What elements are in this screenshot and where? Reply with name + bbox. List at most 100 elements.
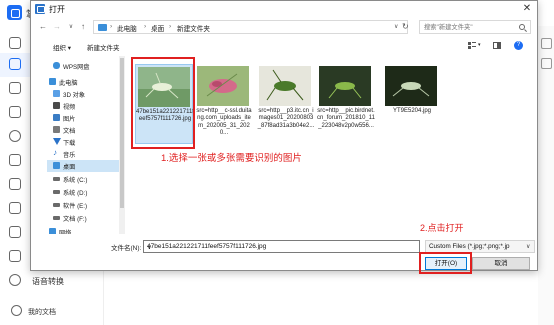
nav-item-drive-f[interactable]: 文档 (F:) — [47, 212, 119, 224]
expand-icon[interactable] — [541, 38, 552, 49]
organize-button[interactable]: 组织 ▾ — [53, 42, 71, 52]
nav-item-label: 文档 (F:) — [63, 216, 87, 223]
nav-item-label: 此电脑 — [59, 80, 78, 87]
nav-item-label: 桌面 — [63, 164, 76, 171]
drive-icon — [53, 203, 60, 207]
nav-item-documents[interactable]: 文档 — [47, 124, 119, 136]
nav-item-pictures[interactable]: 图片 — [47, 112, 119, 124]
network-icon — [49, 228, 56, 234]
nav-item-label: 图片 — [63, 116, 76, 123]
filename-input[interactable]: 47be151a221221711feef5757f111726.jpg ∨ — [143, 240, 420, 253]
file-item[interactable]: YT9E5204.jpg — [383, 64, 441, 144]
search-input[interactable] — [424, 22, 516, 32]
address-dropdown-icon[interactable]: ∨ — [394, 23, 398, 30]
preview-pane-icon[interactable] — [493, 42, 501, 49]
file-thumbnail — [319, 66, 371, 106]
help-icon[interactable]: ? — [514, 41, 523, 50]
back-arrow-icon[interactable]: ← — [37, 21, 49, 33]
breadcrumb-separator: › — [144, 23, 147, 30]
camera-icon — [9, 226, 21, 238]
file-item[interactable]: src=http__p3.itc.cn_images01_20200803_87… — [257, 64, 315, 144]
address-row: ← → ∨ ↑ › 此电脑 › 桌面 › 新建文件夹 ∨ ↻ — [31, 17, 537, 37]
file-name: src=http__p3.itc.cn_images01_20200803_87… — [257, 108, 315, 129]
sidebar-item-voice[interactable]: 语音转换 — [0, 269, 104, 293]
desktop-icon — [53, 162, 60, 169]
file-thumbnail — [197, 66, 249, 106]
scrollbar-thumb[interactable] — [120, 58, 124, 208]
filetype-value: Custom Files (*.jpg;*.png;*.jp — [429, 243, 510, 250]
recent-locations-chevron-icon[interactable]: ∨ — [65, 21, 77, 33]
file-thumbnail — [259, 66, 311, 106]
nav-item-drive-d[interactable]: 系统 (D:) — [47, 186, 119, 198]
my-documents-link[interactable]: 我的文档 — [0, 300, 104, 322]
up-arrow-icon[interactable]: ↑ — [77, 21, 89, 33]
nav-item-label: 系统 (D:) — [63, 190, 88, 197]
nav-item-label: 下载 — [63, 140, 76, 147]
nav-item-label: 网络 — [59, 230, 72, 234]
folder-icon — [11, 305, 22, 316]
breadcrumb-this-pc[interactable]: 此电脑 — [117, 23, 137, 33]
nav-item-wps-cloud[interactable]: WPS网盘 — [47, 60, 119, 72]
breadcrumb-separator: › — [110, 23, 113, 30]
nav-item-label: 软件 (E:) — [63, 203, 88, 210]
image-icon — [9, 58, 21, 70]
file-thumbnail — [385, 66, 437, 106]
music-icon: ♪ — [53, 148, 57, 157]
search-box[interactable] — [419, 20, 531, 34]
nav-item-label: 系统 (C:) — [63, 177, 88, 184]
close-icon[interactable]: ✕ — [517, 1, 537, 16]
new-folder-button[interactable]: 新建文件夹 — [87, 42, 120, 52]
drive-icon — [53, 177, 60, 181]
search-icon — [519, 24, 525, 30]
nav-item-drive-c[interactable]: 系统 (C:) — [47, 173, 119, 185]
nav-item-this-pc[interactable]: 此电脑 — [47, 76, 119, 88]
nav-item-music[interactable]: ♪ 音乐 — [47, 148, 119, 160]
breadcrumb-separator: › — [169, 23, 172, 30]
file-name: YT9E5204.jpg — [392, 108, 432, 114]
address-bar[interactable]: › 此电脑 › 桌面 › 新建文件夹 ∨ ↻ — [93, 20, 409, 34]
repair-icon — [9, 250, 21, 262]
voice-icon — [9, 274, 21, 286]
breadcrumb-new-folder[interactable]: 新建文件夹 — [177, 23, 210, 33]
computer-icon — [49, 78, 56, 85]
file-item[interactable]: src=http__c-ssl.duitang.com_uploads_item… — [195, 64, 253, 144]
nav-pane-scrollbar[interactable] — [119, 56, 125, 234]
filename-dropdown-icon[interactable]: ∨ — [147, 243, 152, 251]
video-icon — [53, 102, 60, 109]
dialog-title: 打开 — [49, 5, 65, 14]
chevron-down-icon: ∨ — [526, 244, 531, 250]
filename-value: 47be151a221221711feef5757f111726.jpg — [147, 243, 267, 250]
file-list: 47be151a221221711feef5757f111726.jpg src… — [127, 56, 533, 234]
app-logo-icon — [7, 5, 22, 20]
nav-item-label: 音乐 — [63, 152, 76, 159]
nav-item-videos[interactable]: 视频 — [47, 100, 119, 112]
selection-highlight-box — [131, 57, 195, 149]
forward-arrow-icon[interactable]: → — [51, 21, 63, 33]
nav-item-network[interactable]: 网络 — [47, 226, 119, 234]
select-instruction-label: 1.选择一张或多张需要识别的图片 — [161, 153, 302, 164]
nav-item-downloads[interactable]: 下载 — [47, 136, 119, 148]
settings-icon[interactable] — [541, 58, 552, 69]
app-window: 掌上 文 万 票 PD PD 翻 图 — [0, 0, 554, 325]
my-documents-label: 我的文档 — [28, 309, 56, 316]
translate-icon — [9, 154, 21, 166]
cancel-button[interactable]: 取消 — [472, 257, 530, 270]
nav-item-label: 3D 对象 — [63, 92, 86, 99]
app-right-strip — [538, 26, 554, 325]
open-button-highlight-box — [419, 252, 472, 274]
view-dropdown-icon[interactable]: ▾ — [478, 42, 481, 48]
nav-item-desktop[interactable]: 桌面 — [47, 160, 119, 172]
picture-icon — [53, 114, 60, 121]
breadcrumb-desktop[interactable]: 桌面 — [151, 23, 164, 33]
drive-icon — [53, 190, 60, 194]
picture-icon — [9, 178, 21, 190]
pdf-icon — [9, 106, 21, 118]
nav-item-label: WPS网盘 — [63, 64, 90, 71]
cube-icon — [53, 90, 60, 97]
open-instruction-label: 2.点击打开 — [420, 223, 464, 233]
refresh-icon[interactable]: ↻ — [402, 22, 409, 31]
view-options-icon[interactable] — [468, 42, 476, 49]
nav-item-drive-e[interactable]: 软件 (E:) — [47, 199, 119, 211]
file-item[interactable]: src=http__pic.birdnet.cn_forum_201810_11… — [317, 64, 375, 144]
nav-item-3d-objects[interactable]: 3D 对象 — [47, 88, 119, 100]
